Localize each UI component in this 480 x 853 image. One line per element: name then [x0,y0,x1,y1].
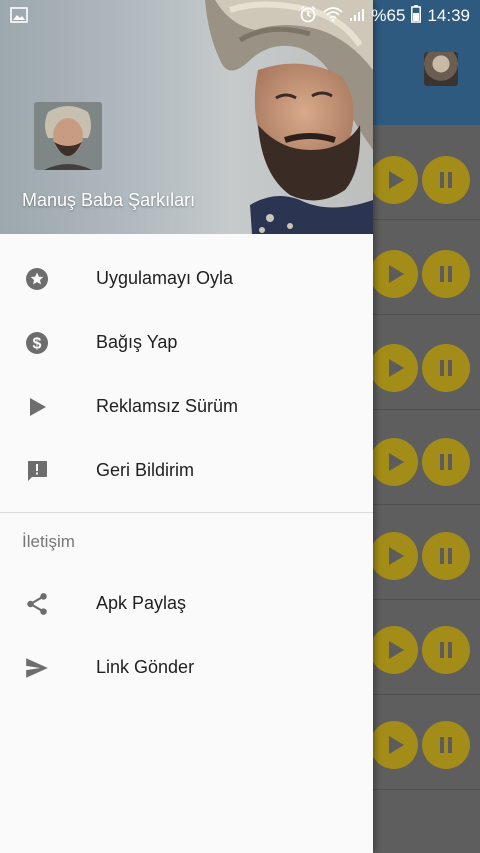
wifi-icon [323,6,343,27]
header-avatar [34,102,102,170]
menu-item-label: Reklamsız Sürüm [96,395,239,416]
star-badge-icon [24,266,50,292]
drawer-menu: Uygulamayı Oyla $ Bağış Yap Reklamsız Sü… [0,246,373,699]
menu-item-label: Uygulamayı Oyla [96,267,234,288]
pause-button[interactable] [422,721,470,769]
menu-item-ad-free[interactable]: Reklamsız Sürüm [0,374,373,438]
status-time: 14:39 [427,6,470,25]
menu-item-label: Geri Bildirim [96,459,195,480]
status-bar: %65 14:39 [0,0,480,32]
toolbar-avatar[interactable] [424,52,458,86]
pause-button[interactable] [422,532,470,580]
pause-button[interactable] [422,438,470,486]
dollar-circle-icon: $ [24,330,50,356]
play-button[interactable] [370,532,418,580]
battery-percent: %65 [371,6,406,25]
drawer-header: Manuş Baba Şarkıları [0,0,373,234]
pause-button[interactable] [422,626,470,674]
image-notification-icon [10,7,28,28]
svg-text:$: $ [33,336,42,353]
share-icon [24,591,50,617]
menu-item-donate[interactable]: $ Bağış Yap [0,310,373,374]
menu-item-label: Apk Paylaş [96,592,187,613]
send-icon [24,655,50,681]
menu-item-label: Bağış Yap [96,331,178,352]
pause-button[interactable] [422,156,470,204]
menu-item-rate-app[interactable]: Uygulamayı Oyla [0,246,373,310]
menu-item-label: Link Gönder [96,656,195,677]
navigation-drawer: Manuş Baba Şarkıları Uygulamayı Oyla $ B… [0,0,373,853]
menu-item-feedback[interactable]: Geri Bildirim [0,438,373,502]
battery-icon [411,4,422,28]
play-button[interactable] [370,250,418,298]
feedback-icon [24,458,50,484]
play-button[interactable] [370,626,418,674]
play-icon [24,394,50,420]
alarm-icon [299,5,317,28]
section-title-contact: İletişim [22,532,75,551]
pause-button[interactable] [422,344,470,392]
signal-icon [349,6,365,27]
play-button[interactable] [370,438,418,486]
play-button[interactable] [370,156,418,204]
menu-item-share-apk[interactable]: Apk Paylaş [0,571,373,635]
drawer-header-title: Manuş Baba Şarkıları [22,190,196,210]
play-button[interactable] [370,721,418,769]
menu-item-send-link[interactable]: Link Gönder [0,635,373,699]
play-button[interactable] [370,344,418,392]
pause-button[interactable] [422,250,470,298]
